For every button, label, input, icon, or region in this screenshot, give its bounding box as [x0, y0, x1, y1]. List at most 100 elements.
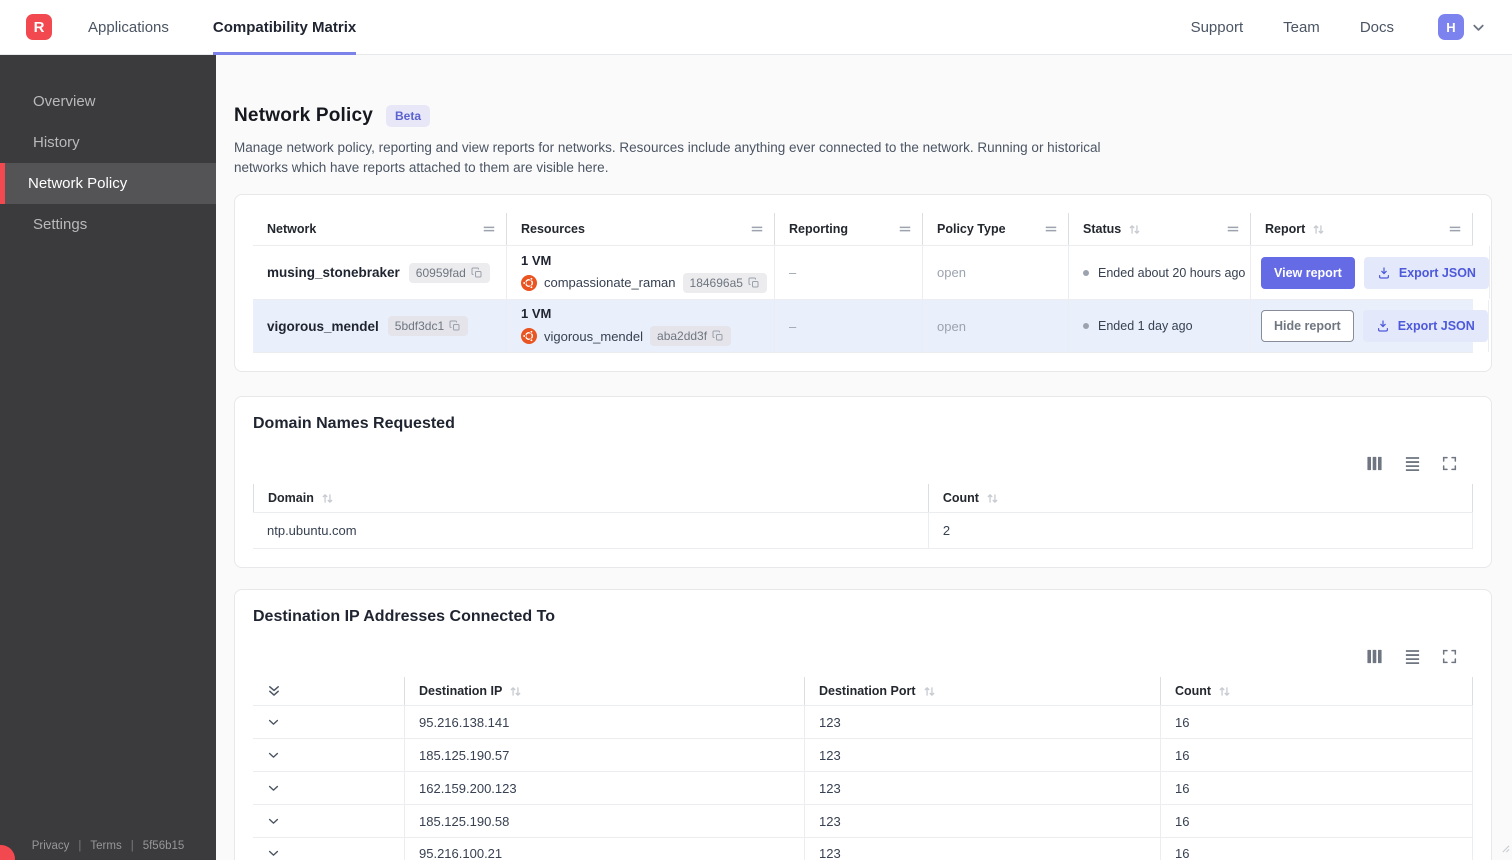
sort-icon[interactable] [1218, 685, 1231, 698]
beta-badge: Beta [386, 105, 431, 127]
table-toolbar [253, 455, 1457, 472]
networks-card: Network Resources Reporting Policy Type … [234, 194, 1492, 373]
col-expand-all[interactable] [253, 677, 405, 706]
col-report[interactable]: Report [1251, 213, 1473, 246]
link-docs[interactable]: Docs [1360, 19, 1394, 36]
col-count-label: Count [1175, 684, 1212, 699]
col-status[interactable]: Status [1069, 213, 1251, 246]
col-reporting[interactable]: Reporting [775, 213, 923, 246]
col-network[interactable]: Network [253, 213, 507, 246]
network-id-badge[interactable]: 5bdf3dc1 [387, 316, 469, 337]
destinations-table-header: Destination IP Destination Port Count [253, 677, 1473, 706]
destination-row[interactable]: 95.216.138.141 123 16 [253, 705, 1473, 739]
column-drag-icon[interactable] [750, 222, 764, 236]
brand-logo[interactable]: R [26, 14, 52, 40]
chevron-down-icon[interactable] [1471, 20, 1486, 35]
column-drag-icon[interactable] [1448, 222, 1462, 236]
export-json-button[interactable]: Export JSON [1362, 310, 1488, 343]
columns-icon[interactable] [1366, 455, 1383, 472]
tab-compatibility-matrix[interactable]: Compatibility Matrix [212, 0, 357, 55]
column-drag-icon[interactable] [1226, 222, 1240, 236]
network-id: 60959fad [415, 265, 466, 280]
count-value: 16 [1161, 706, 1473, 739]
view-report-button[interactable]: View report [1261, 256, 1355, 289]
sort-icon[interactable] [923, 685, 936, 698]
privacy-link[interactable]: Privacy [32, 840, 70, 852]
rows-icon[interactable] [1404, 648, 1421, 665]
chevron-down-icon[interactable] [267, 782, 280, 795]
sort-icon[interactable] [986, 492, 999, 505]
sort-icon[interactable] [509, 685, 522, 698]
col-count[interactable]: Count [929, 484, 1473, 513]
fullscreen-icon[interactable] [1442, 649, 1457, 664]
sort-icon[interactable] [321, 492, 334, 505]
copy-icon[interactable] [712, 330, 724, 342]
table-toolbar [253, 648, 1457, 665]
resource-id-badge[interactable]: aba2dd3f [650, 326, 732, 347]
chevron-down-icon[interactable] [267, 815, 280, 828]
columns-icon[interactable] [1366, 648, 1383, 665]
column-drag-icon[interactable] [482, 222, 496, 236]
page-description: Manage network policy, reporting and vie… [234, 140, 1101, 175]
col-domain-label: Domain [268, 491, 314, 506]
col-policy-type-label: Policy Type [937, 222, 1006, 237]
copy-icon[interactable] [471, 267, 483, 279]
destination-row[interactable]: 162.159.200.123 123 16 [253, 771, 1473, 805]
terms-link[interactable]: Terms [90, 840, 121, 852]
user-menu[interactable]: H [1438, 14, 1486, 40]
export-json-label: Export JSON [1397, 319, 1475, 334]
divider: | [130, 840, 134, 852]
networks-table-header: Network Resources Reporting Policy Type … [253, 213, 1473, 246]
top-navbar: R Applications Compatibility Matrix Supp… [0, 0, 1512, 55]
col-report-label: Report [1265, 222, 1306, 237]
network-row[interactable]: vigorous_mendel 5bdf3dc1 1 VM vigorous_m… [253, 299, 1489, 354]
chevron-down-icon[interactable] [267, 749, 280, 762]
page-title: Network Policy [234, 105, 374, 126]
col-count[interactable]: Count [1161, 677, 1473, 706]
domain-row[interactable]: ntp.ubuntu.com 2 [253, 512, 1473, 550]
sidebar-item-network-policy[interactable]: Network Policy [0, 163, 216, 204]
sort-icon[interactable] [1312, 223, 1325, 236]
col-resources[interactable]: Resources [507, 213, 775, 246]
col-policy-type[interactable]: Policy Type [923, 213, 1069, 246]
fullscreen-icon[interactable] [1442, 456, 1457, 471]
chevron-down-icon[interactable] [267, 847, 280, 860]
resource-id-badge[interactable]: 184696a5 [682, 272, 767, 293]
destination-ip-value: 162.159.200.123 [405, 772, 805, 805]
network-id-badge[interactable]: 60959fad [408, 262, 490, 283]
link-support[interactable]: Support [1191, 19, 1244, 36]
destination-row[interactable]: 185.125.190.57 123 16 [253, 738, 1473, 772]
resize-handle[interactable] [1501, 840, 1510, 858]
col-destination-ip-label: Destination IP [419, 684, 503, 699]
count-value: 16 [1161, 838, 1473, 860]
sidebar-item-settings[interactable]: Settings [0, 204, 216, 245]
status-dot-icon [1083, 269, 1089, 276]
vm-count: 1 VM [521, 306, 552, 322]
rows-icon[interactable] [1404, 455, 1421, 472]
export-json-button[interactable]: Export JSON [1363, 256, 1489, 289]
double-chevron-down-icon[interactable] [267, 684, 281, 698]
destination-row[interactable]: 185.125.190.58 123 16 [253, 804, 1473, 838]
copy-icon[interactable] [449, 320, 461, 332]
avatar[interactable]: H [1438, 14, 1464, 40]
sidebar-item-overview[interactable]: Overview [0, 81, 216, 122]
policy-type-value: open [923, 246, 1069, 300]
link-team[interactable]: Team [1283, 19, 1320, 36]
column-drag-icon[interactable] [1044, 222, 1058, 236]
col-reporting-label: Reporting [789, 222, 849, 237]
sort-icon[interactable] [1128, 223, 1141, 236]
sidebar-item-history[interactable]: History [0, 122, 216, 163]
copy-icon[interactable] [748, 277, 760, 289]
network-row[interactable]: musing_stonebraker 60959fad 1 VM compass… [253, 245, 1490, 300]
column-drag-icon[interactable] [898, 222, 912, 236]
tab-applications[interactable]: Applications [88, 0, 169, 55]
col-destination-ip[interactable]: Destination IP [405, 677, 805, 706]
col-destination-port[interactable]: Destination Port [805, 677, 1161, 706]
col-domain[interactable]: Domain [253, 484, 929, 513]
destination-port-value: 123 [805, 706, 1161, 739]
destination-row[interactable]: 95.216.100.21 123 16 [253, 837, 1473, 860]
hide-report-button[interactable]: Hide report [1261, 310, 1354, 343]
resource-name: vigorous_mendel [544, 328, 644, 344]
col-resources-label: Resources [521, 222, 585, 237]
chevron-down-icon[interactable] [267, 716, 280, 729]
